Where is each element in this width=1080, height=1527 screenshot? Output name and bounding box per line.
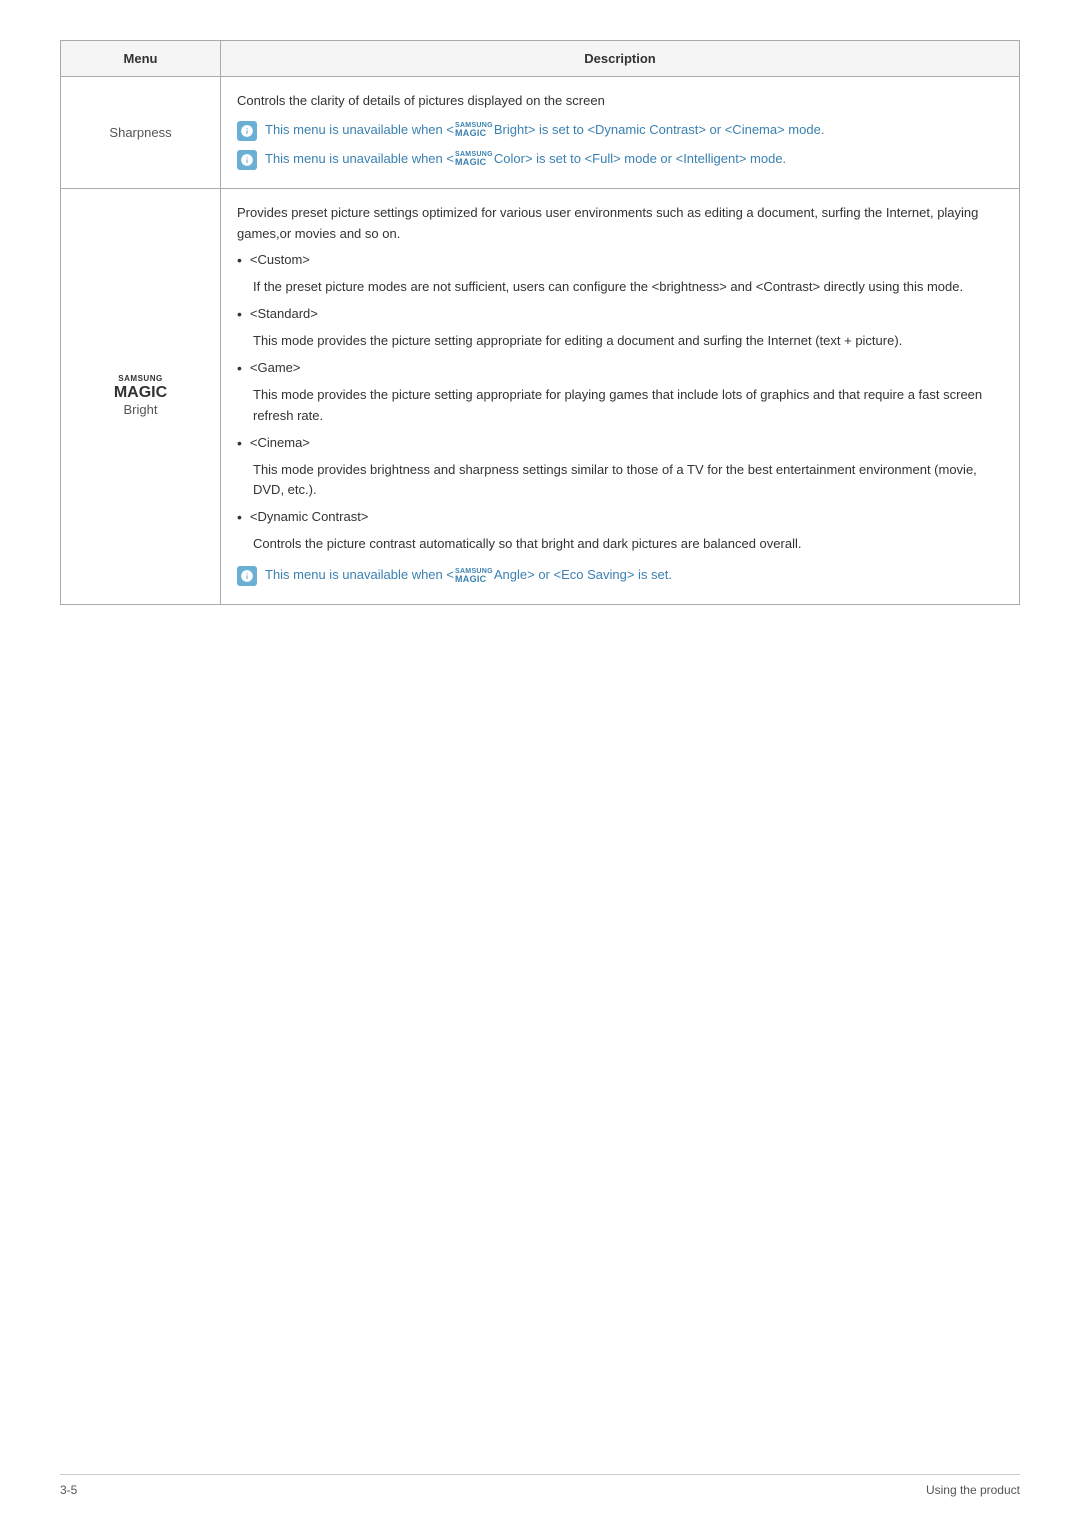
magic-text: MAGIC [114,383,167,402]
list-item: • <Game> [237,358,1003,379]
footer-section-title: Using the product [926,1483,1020,1497]
note-icon-1 [237,121,257,141]
note-icon-3 [237,566,257,586]
item-dynamic-detail: Controls the picture contrast automatica… [253,534,1003,555]
bright-text: Bright [124,402,158,418]
item-standard-detail: This mode provides the picture setting a… [253,331,1003,352]
sharpness-note-1-text: This menu is unavailable when <SAMSUNGMA… [265,120,824,140]
menu-cell-sharpness: Sharpness [61,77,221,189]
table-row: SAMSUNG MAGIC Bright Provides preset pic… [61,188,1020,604]
description-column-header: Description [221,41,1020,77]
list-item: • <Cinema> [237,433,1003,454]
item-cinema-label: <Cinema> [250,433,310,454]
item-game-detail: This mode provides the picture setting a… [253,385,1003,427]
sharpness-label: Sharpness [109,125,171,140]
footer-page-number: 3-5 [60,1483,77,1497]
magic-bright-label: SAMSUNG MAGIC Bright [77,375,204,418]
table-row: Sharpness Controls the clarity of detail… [61,77,1020,189]
item-cinema-detail: This mode provides brightness and sharpn… [253,460,1003,502]
item-standard-label: <Standard> [250,304,318,325]
sharpness-note-2-text: This menu is unavailable when <SAMSUNGMA… [265,149,786,169]
samsung-brand-text: SAMSUNG [118,375,162,383]
item-custom-detail: If the preset picture modes are not suff… [253,277,1003,298]
magic-bright-intro: Provides preset picture settings optimiz… [237,203,1003,245]
magic-bright-note-text: This menu is unavailable when <SAMSUNGMA… [265,565,672,585]
menu-column-header: Menu [61,41,221,77]
desc-cell-sharpness: Controls the clarity of details of pictu… [221,77,1020,189]
list-item: • <Standard> [237,304,1003,325]
page-footer: 3-5 Using the product [60,1474,1020,1497]
desc-cell-magic-bright: Provides preset picture settings optimiz… [221,188,1020,604]
sharpness-note-1: This menu is unavailable when <SAMSUNGMA… [237,120,1003,141]
list-item: • <Custom> [237,250,1003,271]
list-item: • <Dynamic Contrast> [237,507,1003,528]
item-custom-label: <Custom> [250,250,310,271]
item-game-label: <Game> [250,358,301,379]
sharpness-intro: Controls the clarity of details of pictu… [237,91,1003,112]
sharpness-note-2: This menu is unavailable when <SAMSUNGMA… [237,149,1003,170]
note-icon-2 [237,150,257,170]
item-dynamic-label: <Dynamic Contrast> [250,507,369,528]
menu-cell-magic-bright: SAMSUNG MAGIC Bright [61,188,221,604]
magic-bright-note: This menu is unavailable when <SAMSUNGMA… [237,565,1003,586]
